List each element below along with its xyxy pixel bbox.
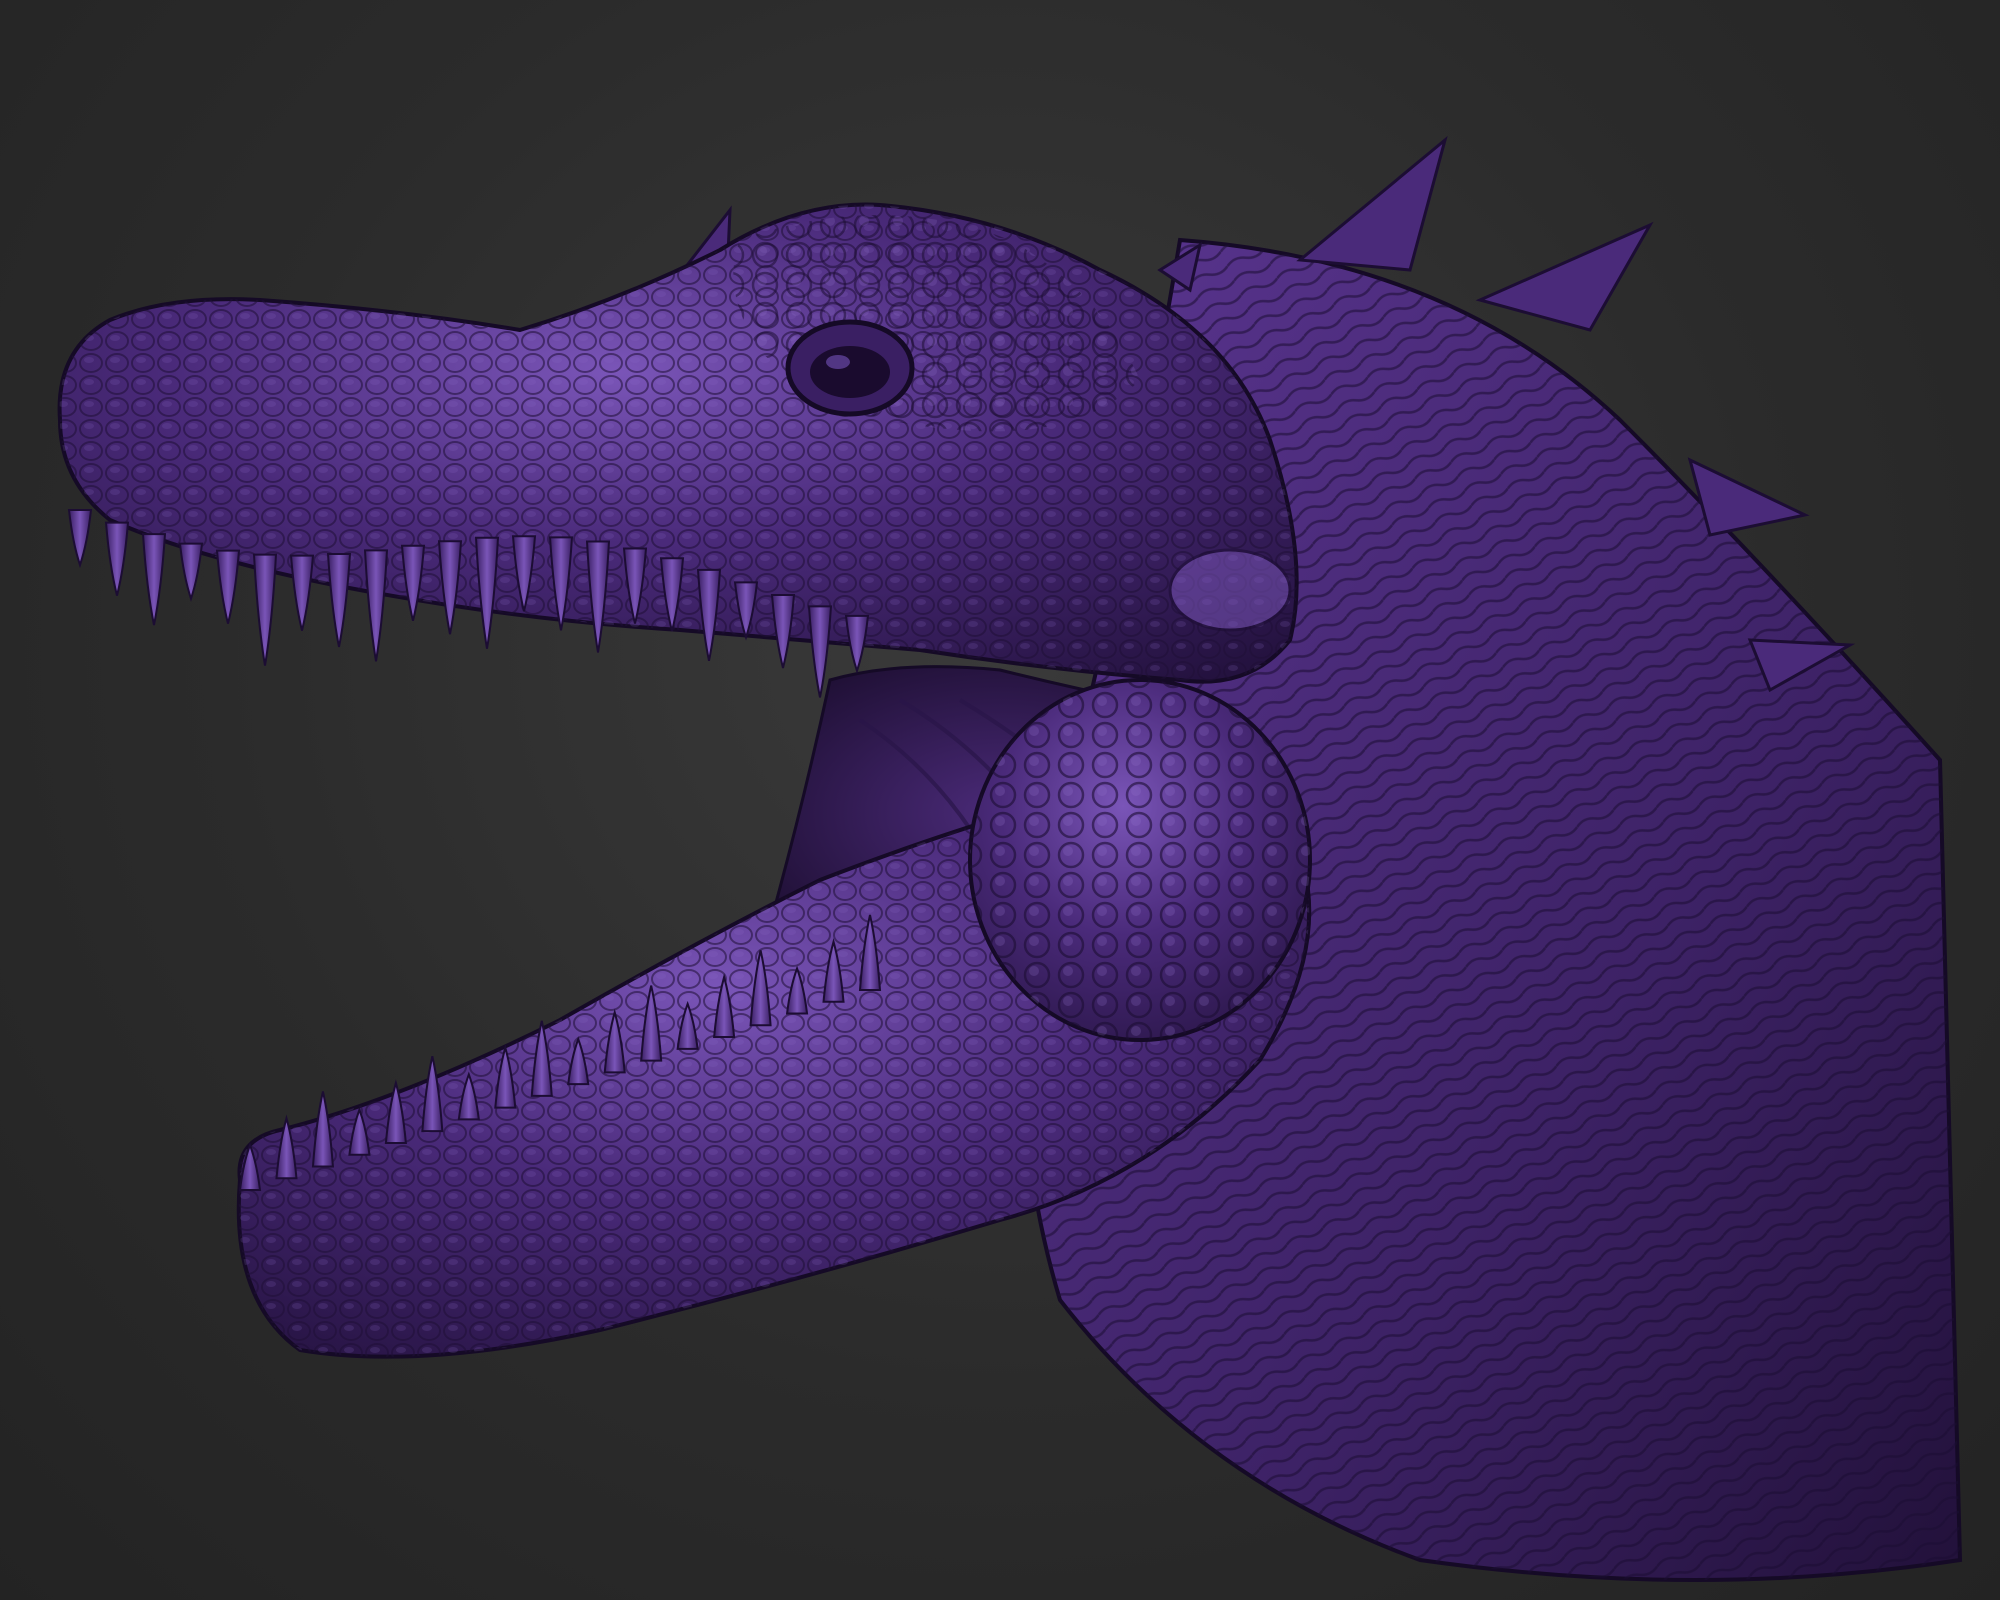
tooth: [421, 1055, 444, 1133]
tooth: [141, 533, 167, 626]
tooth: [104, 521, 130, 596]
upper-skull: [57, 202, 1299, 684]
tooth: [585, 540, 611, 653]
tooth: [437, 540, 463, 635]
tooth: [289, 554, 315, 631]
cheek: [968, 678, 1312, 1042]
eye: [785, 319, 915, 417]
render-viewport: [0, 0, 2000, 1600]
tooth: [770, 593, 796, 669]
tooth: [252, 553, 278, 666]
tooth: [178, 542, 204, 602]
tooth: [844, 614, 870, 675]
tooth: [67, 509, 93, 569]
tooth: [363, 549, 389, 662]
tooth: [326, 552, 352, 648]
tooth: [474, 536, 500, 649]
dinosaur-head-render: [57, 135, 1963, 1582]
tooth: [311, 1091, 335, 1168]
tooth: [215, 549, 241, 624]
tooth: [400, 544, 426, 622]
tooth: [696, 568, 722, 662]
